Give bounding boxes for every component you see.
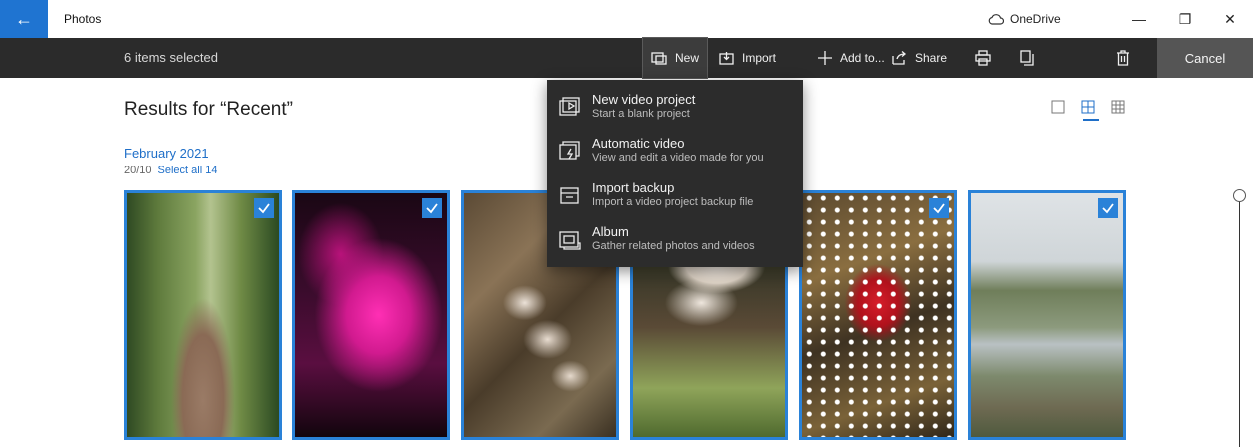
large-tiles-icon: [1051, 100, 1065, 114]
import-button[interactable]: Import: [711, 38, 784, 78]
print-icon: [975, 50, 991, 66]
menu-item-subtitle: Gather related photos and videos: [592, 240, 755, 252]
import-backup-icon: [559, 185, 581, 207]
back-arrow-icon: ←: [15, 8, 33, 29]
auto-video-icon: [559, 141, 581, 163]
photo-river-scene: [971, 193, 1123, 437]
selection-count: 6 items selected: [124, 50, 218, 65]
minimize-button[interactable]: —: [1116, 0, 1162, 38]
share-label: Share: [915, 51, 948, 65]
select-all-link[interactable]: Select all 14: [158, 166, 218, 174]
copy-button[interactable]: [1012, 38, 1042, 78]
menu-item-new-video-project[interactable]: New video project Start a blank project: [547, 88, 803, 132]
plus-icon: [818, 51, 832, 65]
import-icon: [719, 52, 734, 65]
menu-item-title: New video project: [592, 92, 696, 107]
photo-tile-river[interactable]: [968, 190, 1126, 440]
menu-item-album[interactable]: Album Gather related photos and videos: [547, 220, 803, 264]
timeline-scrollbar[interactable]: [1239, 202, 1240, 447]
print-button[interactable]: [967, 38, 999, 78]
minimize-icon: —: [1132, 11, 1146, 27]
album-icon: [559, 229, 581, 251]
checkmark-icon: [933, 203, 945, 214]
checkmark-icon: [1102, 203, 1114, 214]
page-title: Results for “Recent”: [124, 99, 293, 120]
menu-item-automatic-video[interactable]: Automatic video View and edit a video ma…: [547, 132, 803, 176]
photo-tile-woodland-path[interactable]: [124, 190, 282, 440]
selected-check[interactable]: [254, 198, 274, 218]
new-button[interactable]: New: [641, 37, 709, 79]
month-header: February 2021: [124, 146, 209, 161]
timeline-scroll-thumb[interactable]: [1233, 189, 1246, 202]
selected-check[interactable]: [1098, 198, 1118, 218]
new-label: New: [675, 51, 700, 65]
cancel-button[interactable]: Cancel: [1157, 38, 1253, 78]
new-dropdown-menu: New video project Start a blank project …: [547, 80, 803, 267]
import-label: Import: [742, 51, 777, 65]
app-title: Photos: [64, 12, 102, 26]
checkmark-icon: [258, 203, 270, 214]
share-button[interactable]: Share: [884, 38, 955, 78]
menu-item-title: Album: [592, 224, 629, 239]
restore-icon: ❐: [1178, 10, 1192, 27]
menu-item-title: Import backup: [592, 180, 675, 195]
title-bar: ← Photos OneDrive — ❐ ✕: [0, 0, 1253, 38]
photo-pink-lit-trees: [295, 193, 447, 437]
selected-check[interactable]: [422, 198, 442, 218]
checkmark-icon: [426, 203, 438, 214]
onedrive-button[interactable]: OneDrive: [988, 12, 1061, 26]
add-to-label: Add to...: [840, 51, 885, 65]
maximize-button[interactable]: ❐: [1162, 0, 1208, 38]
menu-item-subtitle: Start a blank project: [592, 108, 690, 120]
back-button[interactable]: ←: [0, 0, 48, 38]
selected-check[interactable]: [929, 198, 949, 218]
view-large-button[interactable]: [1051, 100, 1065, 119]
group-subline: 20/10 Select all 14: [124, 166, 217, 174]
delete-button[interactable]: [1108, 38, 1138, 78]
medium-tiles-icon: [1081, 100, 1095, 114]
photo-tile-pink-trees[interactable]: [292, 190, 450, 440]
trash-icon: [1117, 50, 1129, 66]
group-count: 20/10: [124, 166, 152, 174]
onedrive-label: OneDrive: [1010, 12, 1061, 26]
photo-fly-agaric: [802, 193, 954, 437]
new-icon: [651, 52, 667, 65]
small-tiles-icon: [1111, 100, 1125, 114]
add-to-button[interactable]: Add to...: [810, 38, 893, 78]
video-project-icon: [559, 97, 581, 119]
menu-item-subtitle: View and edit a video made for you: [592, 152, 764, 164]
menu-item-subtitle: Import a video project backup file: [592, 196, 754, 208]
menu-item-import-backup[interactable]: Import backup Import a video project bac…: [547, 176, 803, 220]
close-button[interactable]: ✕: [1207, 0, 1253, 38]
photo-tile-fly-agaric[interactable]: [799, 190, 957, 440]
cloud-icon: [988, 13, 1004, 25]
close-icon: ✕: [1224, 10, 1236, 27]
copy-icon: [1020, 50, 1034, 66]
photo-woodland-path: [127, 193, 279, 437]
view-small-button[interactable]: [1111, 100, 1125, 119]
command-bar: 6 items selected New Import Add to... Sh…: [0, 37, 1253, 79]
view-size-toggle: [1051, 100, 1125, 121]
share-icon: [892, 51, 907, 65]
active-view-indicator: [1083, 119, 1099, 121]
view-medium-button[interactable]: [1081, 100, 1095, 119]
menu-item-title: Automatic video: [592, 136, 685, 151]
